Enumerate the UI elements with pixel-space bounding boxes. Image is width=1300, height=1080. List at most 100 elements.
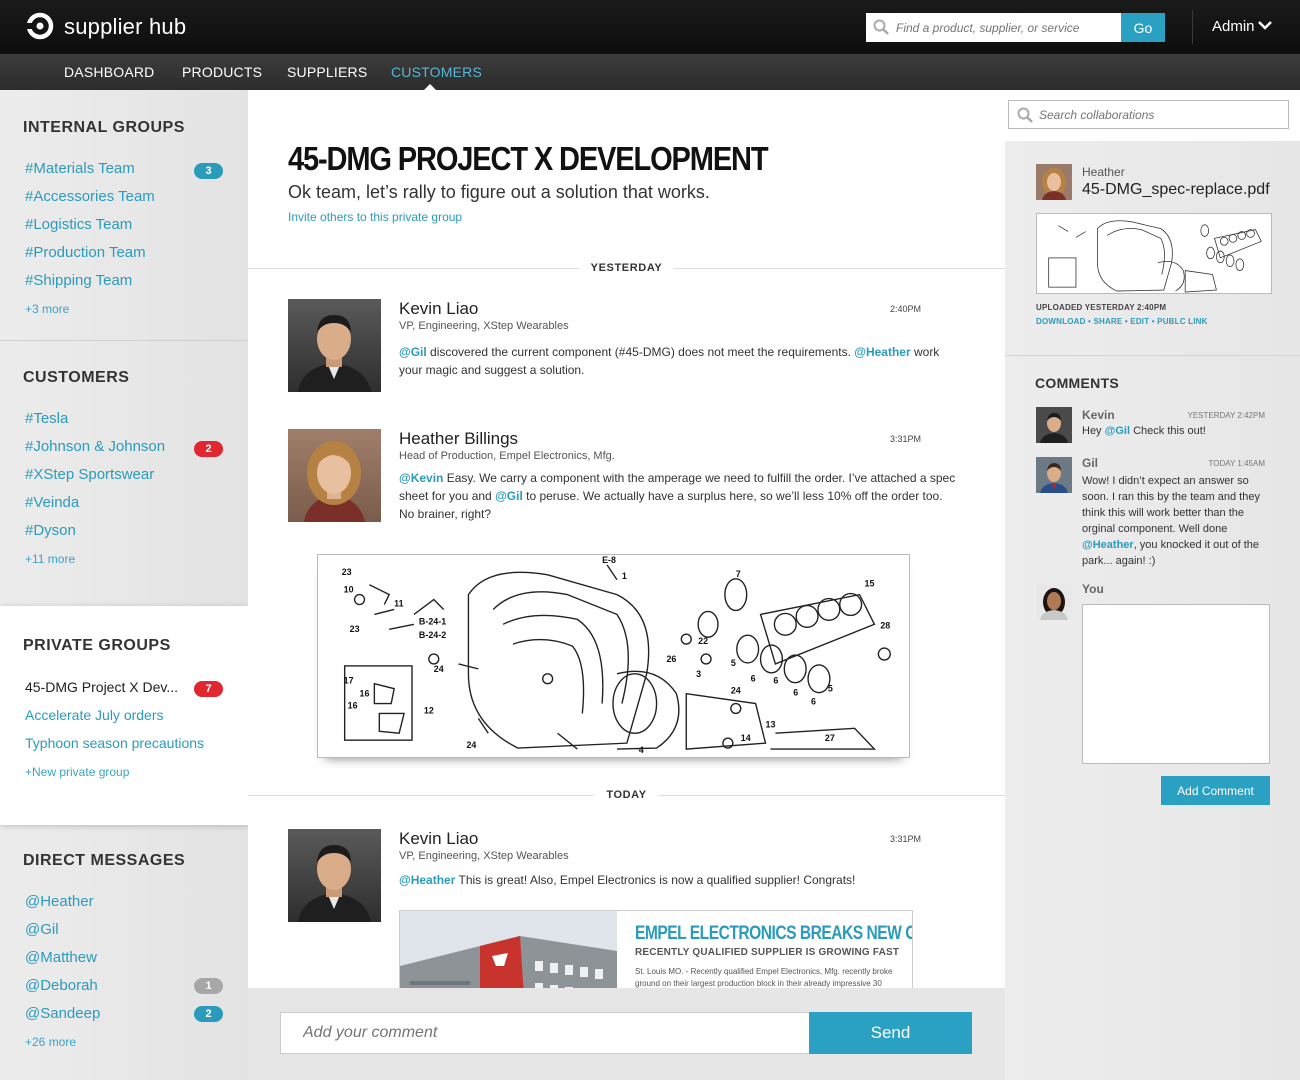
sidebar-item-dm-matthew[interactable]: @Matthew <box>25 949 97 966</box>
go-button[interactable]: Go <box>1121 13 1165 42</box>
search-collaborations-input[interactable] <box>1039 101 1279 128</box>
svg-text:3: 3 <box>696 669 701 679</box>
comment-author[interactable]: Kevin <box>1082 408 1115 422</box>
brand-name[interactable]: supplier hub <box>64 14 186 40</box>
news-subtitle: RECENTLY QUALIFIED SUPPLIER IS GROWING F… <box>635 947 900 958</box>
svg-text:22: 22 <box>698 636 708 646</box>
right-panel: Heather 45-DMG_spec-replace.pdf UPLOADED… <box>1005 141 1300 1080</box>
mention-link[interactable]: @Gil <box>1105 425 1130 437</box>
sidebar-item-dm-deborah[interactable]: @Deborah <box>25 977 98 994</box>
sidebar-item-dm-gil[interactable]: @Gil <box>25 921 59 938</box>
sidebar-item-production-team[interactable]: #Production Team <box>25 244 146 261</box>
file-thumbnail[interactable] <box>1036 213 1272 294</box>
user-menu[interactable]: Admin <box>1212 18 1255 35</box>
news-title[interactable]: EMPEL ELECTRONICS BREAKS NEW GROUND <box>635 923 912 945</box>
comment-composer: Send <box>248 988 1005 1080</box>
author-name[interactable]: Heather Billings <box>399 429 518 449</box>
sidebar-item-materials-team[interactable]: #Materials Team <box>25 160 135 177</box>
unread-badge: 3 <box>194 163 223 179</box>
avatar[interactable] <box>288 429 381 522</box>
sidebar-item-dm-sandeep[interactable]: @Sandeep <box>25 1005 100 1022</box>
avatar[interactable] <box>1036 164 1072 200</box>
comment-author[interactable]: Gil <box>1082 456 1098 470</box>
unread-badge: 7 <box>194 681 223 697</box>
nav-customers[interactable]: CUSTOMERS <box>391 64 482 80</box>
comment-text: Wow! I didn’t expect an answer so soon. … <box>1082 475 1260 567</box>
mention-link[interactable]: @Heather <box>1082 539 1134 551</box>
spec-sheet-image[interactable]: 231011 23B-24-1B-24-2 241716 16 1224 E-81… <box>317 554 910 758</box>
global-search[interactable] <box>866 13 1121 42</box>
svg-text:10: 10 <box>344 585 354 595</box>
avatar[interactable] <box>1036 407 1072 443</box>
sidebar-item-45-dmg-project[interactable]: 45-DMG Project X Dev... <box>25 679 178 695</box>
add-comment-button[interactable]: Add Comment <box>1161 776 1270 805</box>
mention-link[interactable]: @Heather <box>399 873 455 887</box>
collab-search[interactable] <box>1008 100 1289 129</box>
svg-text:6: 6 <box>793 688 798 698</box>
svg-text:27: 27 <box>825 733 835 743</box>
sidebar-item-accelerate-july-orders[interactable]: Accelerate July orders <box>25 707 164 723</box>
chevron-down-icon[interactable] <box>1257 19 1273 31</box>
group-description: Ok team, let’s rally to figure out a sol… <box>288 182 710 202</box>
day-label-today: TODAY <box>248 789 1005 801</box>
sidebar-item-dyson[interactable]: #Dyson <box>25 522 76 539</box>
nav-suppliers[interactable]: SUPPLIERS <box>287 64 367 80</box>
add-comment-input[interactable] <box>280 1012 810 1054</box>
nav-dashboard[interactable]: DASHBOARD <box>64 64 154 80</box>
send-button[interactable]: Send <box>809 1012 972 1054</box>
svg-text:26: 26 <box>666 654 676 664</box>
svg-text:15: 15 <box>865 579 875 589</box>
sidebar-item-shipping-team[interactable]: #Shipping Team <box>25 272 132 289</box>
nav-products[interactable]: PRODUCTS <box>182 64 262 80</box>
file-actions[interactable]: DOWNLOAD • SHARE • EDIT • PUBLC LINK <box>1036 317 1208 326</box>
new-private-group-link[interactable]: +New private group <box>25 765 129 779</box>
file-uploader: Heather <box>1082 165 1125 179</box>
news-link-preview[interactable]: EMPEL ELECTRONICS BREAKS NEW GROUND RECE… <box>399 910 913 988</box>
left-sidebar: INTERNAL GROUPS #Materials Team 3 #Acces… <box>0 90 248 1080</box>
unread-badge: 1 <box>194 978 223 994</box>
comment-text: Hey @Gil Check this out! <box>1082 425 1206 437</box>
mention-link[interactable]: @Heather <box>854 345 910 359</box>
sidebar-item-tesla[interactable]: #Tesla <box>25 410 68 427</box>
author-role: VP, Engineering, XStep Wearables <box>399 850 569 862</box>
author-name[interactable]: Kevin Liao <box>399 299 478 319</box>
svg-text:B-24-2: B-24-2 <box>419 630 446 640</box>
post-body: @Heather This is great! Also, Empel Elec… <box>399 873 856 887</box>
mention-link[interactable]: @Gil <box>495 489 523 503</box>
customers-heading: CUSTOMERS <box>23 369 130 386</box>
post-body: @Kevin Easy. We carry a component with t… <box>399 471 956 521</box>
top-bar: supplier hub Go Admin <box>0 0 1300 54</box>
avatar[interactable] <box>288 829 381 922</box>
new-comment-textarea[interactable] <box>1082 604 1270 764</box>
avatar[interactable] <box>288 299 381 392</box>
file-name[interactable]: 45-DMG_spec-replace.pdf <box>1082 181 1270 199</box>
global-search-input[interactable] <box>896 13 1116 42</box>
sidebar-item-accessories-team[interactable]: #Accessories Team <box>25 188 155 205</box>
svg-text:16: 16 <box>360 689 370 699</box>
sidebar-item-johnson-johnson[interactable]: #Johnson & Johnson <box>25 438 165 455</box>
sidebar-item-veinda[interactable]: #Veinda <box>25 494 79 511</box>
customers-more-link[interactable]: +11 more <box>25 552 75 566</box>
invite-link[interactable]: Invite others to this private group <box>288 210 462 224</box>
message-post: Kevin Liao VP, Engineering, XStep Wearab… <box>288 299 958 399</box>
svg-text:23: 23 <box>350 624 360 634</box>
post-time: 3:31PM <box>890 834 922 844</box>
mention-link[interactable]: @Kevin <box>399 471 443 485</box>
file-upload-time: UPLOADED YESTERDAY 2:40PM <box>1036 303 1167 312</box>
unread-badge: 2 <box>194 441 223 457</box>
sidebar-item-typhoon-season[interactable]: Typhoon season precautions <box>25 735 204 751</box>
avatar[interactable] <box>1036 457 1072 493</box>
direct-messages-more-link[interactable]: +26 more <box>25 1035 76 1049</box>
mention-link[interactable]: @Gil <box>399 345 427 359</box>
author-name[interactable]: Kevin Liao <box>399 829 478 849</box>
news-excerpt: St. Louis MO. - Recently qualified Empel… <box>635 967 893 988</box>
sidebar-item-logistics-team[interactable]: #Logistics Team <box>25 216 132 233</box>
avatar[interactable] <box>1036 584 1072 620</box>
internal-groups-more-link[interactable]: +3 more <box>25 302 69 316</box>
sidebar-item-dm-heather[interactable]: @Heather <box>25 893 94 910</box>
svg-text:1: 1 <box>622 571 627 581</box>
private-groups-panel: PRIVATE GROUPS 45-DMG Project X Dev... 7… <box>0 606 248 825</box>
supplier-hub-logo-icon[interactable] <box>26 12 54 40</box>
sidebar-item-xstep-sportswear[interactable]: #XStep Sportswear <box>25 466 154 483</box>
header-divider <box>1192 10 1193 44</box>
